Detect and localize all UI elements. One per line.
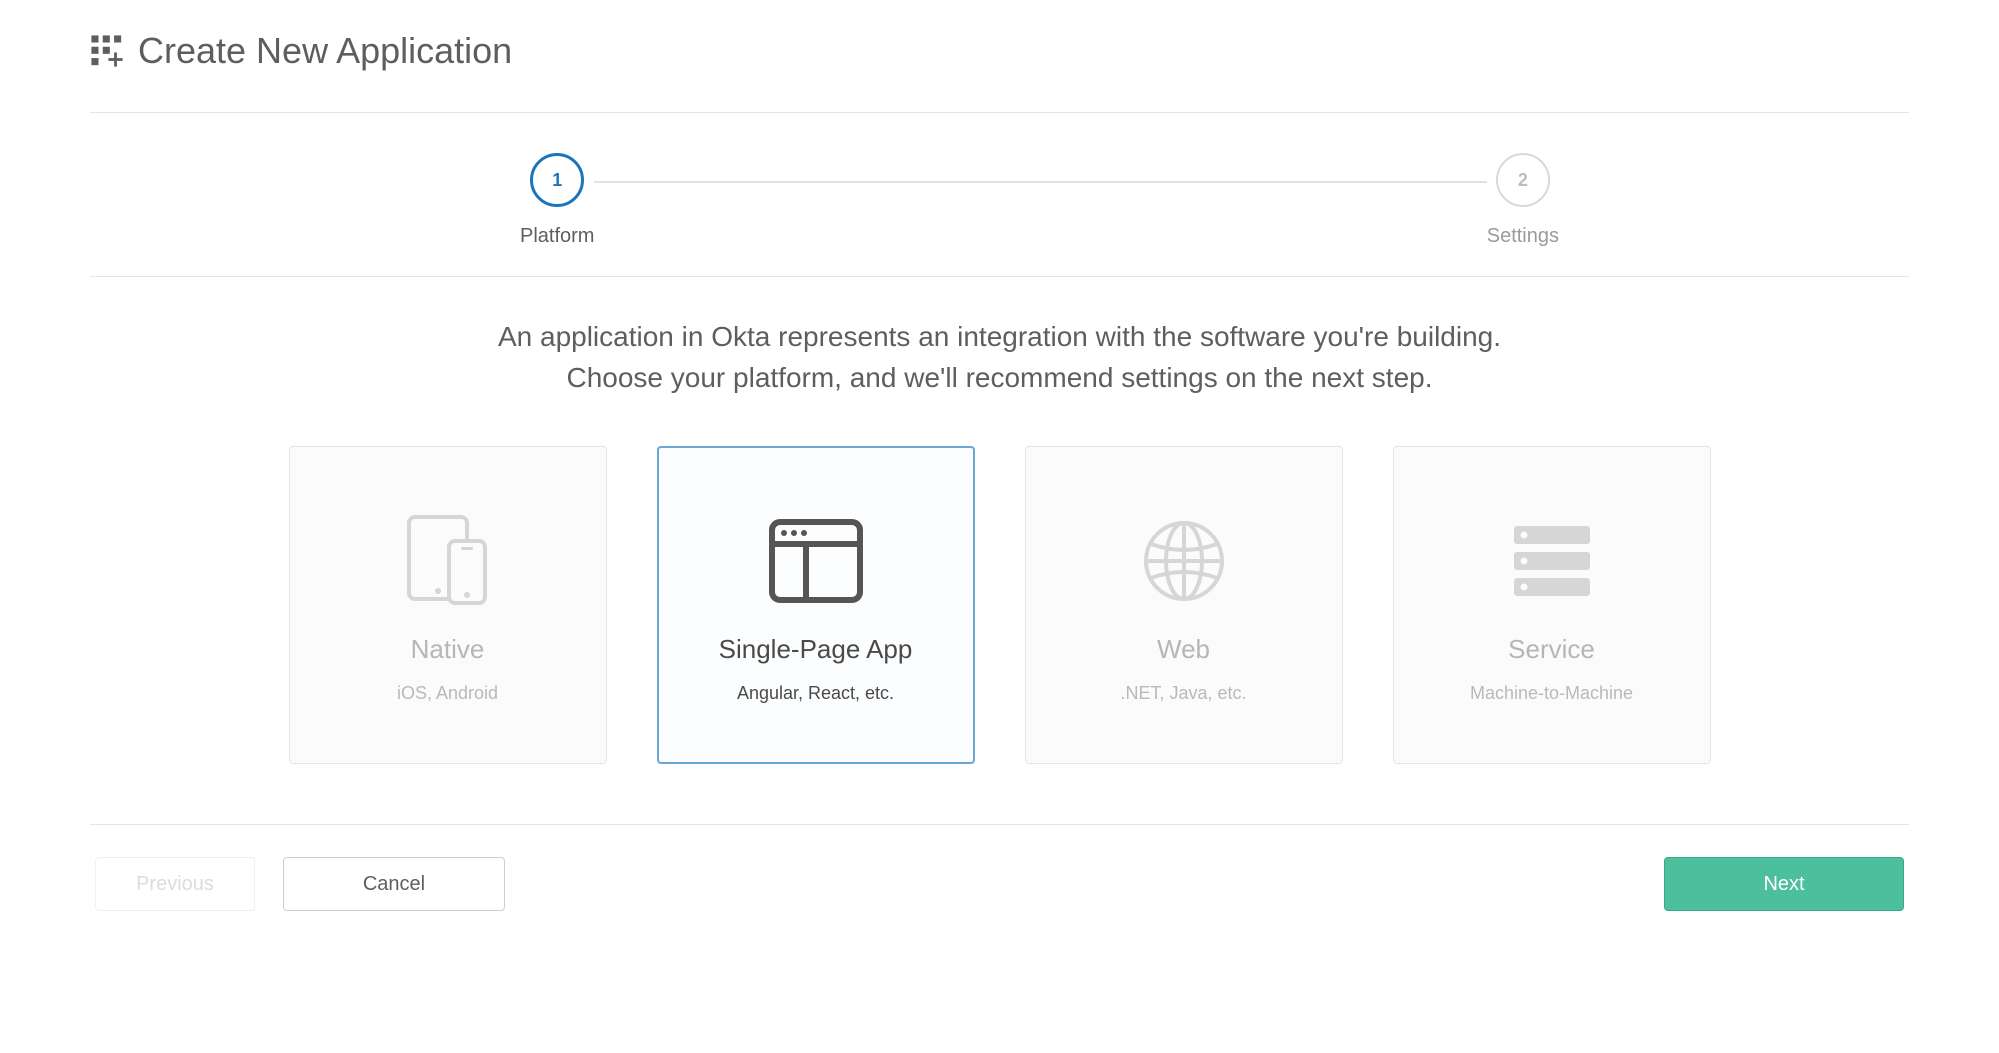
wizard-intro-text: An application in Okta represents an int…: [90, 277, 1909, 428]
platform-card-title: Web: [1157, 634, 1210, 665]
platform-card-title: Single-Page App: [719, 634, 913, 665]
platform-card-subtitle: .NET, Java, etc.: [1120, 683, 1246, 704]
next-button[interactable]: Next: [1664, 857, 1904, 911]
server-stack-icon: [1504, 506, 1600, 616]
step-number: 1: [530, 153, 584, 207]
platform-card-title: Native: [411, 634, 485, 665]
globe-icon: [1139, 506, 1229, 616]
page-title: Create New Application: [138, 30, 512, 72]
intro-line-1: An application in Okta represents an int…: [210, 317, 1789, 358]
browser-window-icon: [768, 506, 864, 616]
platform-cards: Native iOS, Android Single-Page App Angu…: [90, 428, 1909, 824]
native-devices-icon: [403, 506, 493, 616]
platform-card-subtitle: Angular, React, etc.: [737, 683, 894, 704]
step-label: Platform: [520, 225, 594, 248]
step-number: 2: [1496, 153, 1550, 207]
step-platform[interactable]: 1 Platform: [520, 153, 594, 248]
step-settings[interactable]: 2 Settings: [1487, 153, 1559, 248]
platform-card-subtitle: Machine-to-Machine: [1470, 683, 1633, 704]
app-grid-add-icon: [90, 34, 124, 68]
platform-card-spa[interactable]: Single-Page App Angular, React, etc.: [657, 446, 975, 764]
platform-card-web[interactable]: Web .NET, Java, etc.: [1025, 446, 1343, 764]
step-label: Settings: [1487, 225, 1559, 248]
platform-card-subtitle: iOS, Android: [397, 683, 498, 704]
wizard-footer: Previous Cancel Next: [90, 824, 1909, 911]
page-header: Create New Application: [90, 30, 1909, 113]
previous-button: Previous: [95, 857, 255, 911]
cancel-button[interactable]: Cancel: [283, 857, 505, 911]
platform-card-native[interactable]: Native iOS, Android: [289, 446, 607, 764]
wizard-stepper: 1 Platform 2 Settings: [90, 113, 1909, 277]
platform-card-service[interactable]: Service Machine-to-Machine: [1393, 446, 1711, 764]
platform-card-title: Service: [1508, 634, 1595, 665]
intro-line-2: Choose your platform, and we'll recommen…: [210, 358, 1789, 399]
